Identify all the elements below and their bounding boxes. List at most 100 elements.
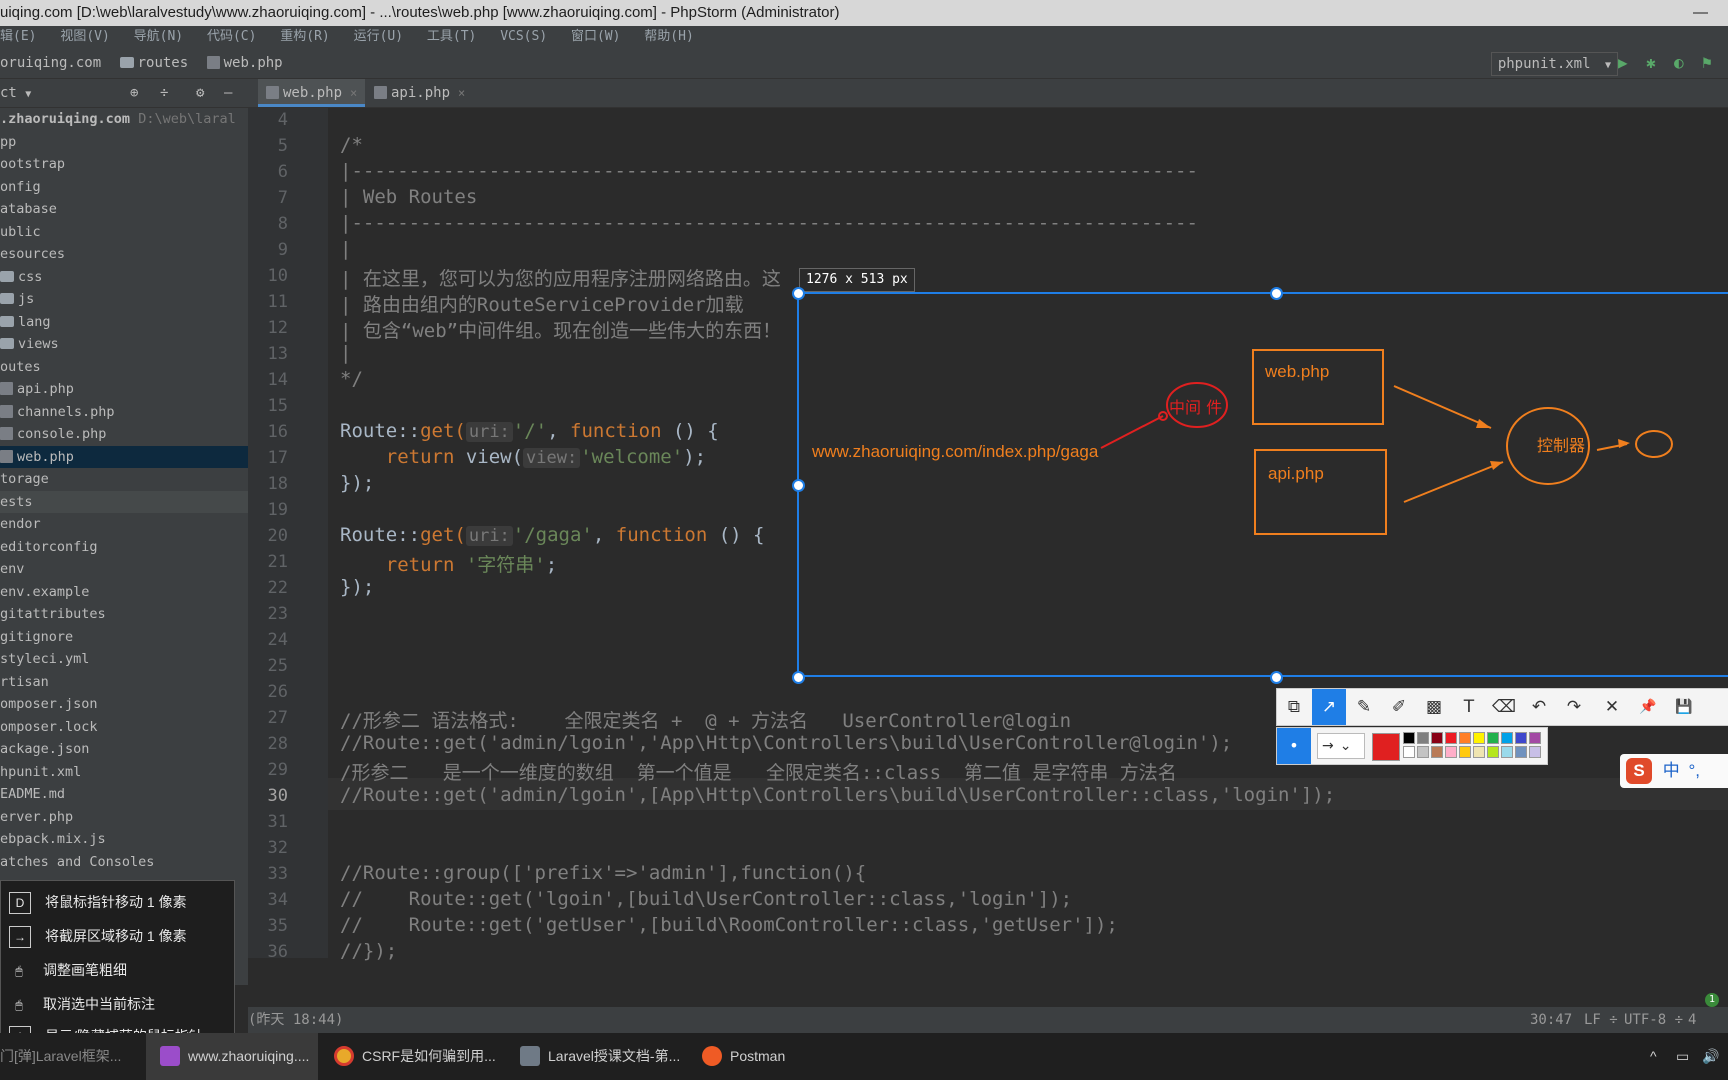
tree-item[interactable]: gitignore <box>0 626 248 649</box>
tree-item[interactable]: endor <box>0 513 248 536</box>
color-swatch[interactable] <box>1487 746 1499 758</box>
tree-item[interactable]: outes <box>0 356 248 379</box>
breadcrumb-folder[interactable]: routes <box>138 55 189 71</box>
tree-item[interactable]: omposer.lock <box>0 716 248 739</box>
battery-icon[interactable]: ▭ <box>1676 1033 1689 1080</box>
code-line[interactable]: | <box>340 238 351 260</box>
code-line[interactable]: //Route::group(['prefix'=>'admin'],funct… <box>340 862 866 884</box>
color-swatch[interactable] <box>1529 732 1541 744</box>
breadcrumb-project[interactable]: oruiqing.com <box>0 55 101 71</box>
color-swatch[interactable] <box>1417 732 1429 744</box>
tree-item[interactable]: gitattributes <box>0 603 248 626</box>
code-line[interactable]: */ <box>340 368 363 390</box>
pencil-icon[interactable]: ✎ <box>1347 689 1381 725</box>
breadcrumb-file[interactable]: web.php <box>224 55 283 71</box>
cursor-position[interactable]: 30:47 <box>1530 1007 1572 1033</box>
redo-icon[interactable]: ↷ <box>1557 689 1591 725</box>
tree-item[interactable]: ackage.json <box>0 738 248 761</box>
tree-item[interactable]: env <box>0 558 248 581</box>
selected-color-swatch[interactable] <box>1372 733 1400 761</box>
menu-edit[interactable]: 辑(E) <box>0 29 36 44</box>
tree-item[interactable]: env.example <box>0 581 248 604</box>
marker-icon[interactable]: ✐ <box>1382 689 1416 725</box>
color-swatch[interactable] <box>1487 732 1499 744</box>
capture-selection[interactable]: www.zhaoruiqing.com/index.php/gaga 中间 件 … <box>797 292 1728 677</box>
save-icon[interactable]: 💾 <box>1667 689 1701 725</box>
run-icon[interactable]: ▶ <box>1618 52 1628 74</box>
minimize-button[interactable]: — <box>1693 0 1708 26</box>
mosaic-icon[interactable]: ▩ <box>1417 689 1451 725</box>
color-swatch[interactable] <box>1501 732 1513 744</box>
tree-item[interactable]: styleci.yml <box>0 648 248 671</box>
color-swatch[interactable] <box>1473 746 1485 758</box>
pin-icon[interactable]: 📌 <box>1631 689 1665 725</box>
color-swatch[interactable] <box>1459 746 1471 758</box>
event-log-badge[interactable]: 1 <box>1705 993 1719 1007</box>
close-icon[interactable]: × <box>458 86 465 100</box>
code-line[interactable]: Route::get(uri: '/gaga', function () { <box>340 524 764 546</box>
tree-item[interactable]: ests <box>0 490 248 513</box>
tree-item[interactable]: omposer.json <box>0 693 248 716</box>
code-line[interactable]: Route::get(uri: '/', function () { <box>340 420 719 442</box>
resize-handle[interactable] <box>792 287 805 300</box>
line-icon[interactable]: ↗ <box>1312 689 1346 725</box>
tree-item[interactable]: rtisan <box>0 671 248 694</box>
tree-item-selected[interactable]: web.php <box>0 445 248 468</box>
tree-item[interactable]: hpunit.xml <box>0 761 248 784</box>
text-icon[interactable]: T <box>1452 689 1486 725</box>
tree-root[interactable]: .zhaoruiqing.com D:\web\laral <box>0 108 248 131</box>
code-line[interactable]: // Route::get('lgoin',[build\UserControl… <box>340 888 1072 910</box>
code-line[interactable]: /形参二 是一个一维度的数组 第一个值是 全限定类名::class 第二值 是字… <box>340 758 1177 785</box>
code-line[interactable]: // Route::get('getUser',[build\RoomContr… <box>340 914 1118 936</box>
taskbar-item-chrome[interactable]: CSRF是如何骗到用... <box>334 1033 496 1080</box>
menu-help[interactable]: 帮助(H) <box>644 29 693 44</box>
color-swatch[interactable] <box>1431 746 1443 758</box>
file-encoding[interactable]: UTF-8 ÷ <box>1624 1007 1683 1033</box>
tree-item[interactable]: ebpack.mix.js <box>0 828 248 851</box>
menu-run[interactable]: 运行(U) <box>354 29 403 44</box>
code-line[interactable]: //}); <box>340 940 397 962</box>
tree-item[interactable]: editorconfig <box>0 536 248 559</box>
tree-item[interactable]: views <box>0 333 248 356</box>
menu-refactor[interactable]: 重构(R) <box>280 29 329 44</box>
locate-icon[interactable]: ⊕ <box>130 79 138 107</box>
color-swatch[interactable] <box>1515 746 1527 758</box>
taskbar-item[interactable]: 门[弹]Laravel框架... <box>0 1033 138 1080</box>
tree-item[interactable]: ublic <box>0 221 248 244</box>
resize-handle[interactable] <box>1270 287 1283 300</box>
code-line[interactable]: |---------------------------------------… <box>340 212 1198 234</box>
resize-handle[interactable] <box>792 479 805 492</box>
code-line[interactable]: | 路由由组内的RouteServiceProvider加载 <box>340 290 744 317</box>
code-line[interactable]: | <box>340 342 351 364</box>
volume-icon[interactable]: 🔊 <box>1702 1033 1719 1080</box>
tree-item[interactable]: pp <box>0 131 248 154</box>
code-line[interactable]: }); <box>340 576 374 598</box>
code-line[interactable]: | 包含“web”中间件组。现在创造一些伟大的东西！ <box>340 316 781 343</box>
menu-navigate[interactable]: 导航(N) <box>134 29 183 44</box>
color-swatch[interactable] <box>1529 746 1541 758</box>
run-config-select[interactable]: phpunit.xml ▼ <box>1490 52 1618 76</box>
tree-item[interactable]: lang <box>0 311 248 334</box>
stroke-size-dot[interactable]: • <box>1277 728 1311 764</box>
color-swatch[interactable] <box>1417 746 1429 758</box>
code-line[interactable]: //形参二 语法格式: 全限定类名 + @ + 方法名 UserControll… <box>340 706 1071 733</box>
tree-item[interactable]: api.php <box>0 378 248 401</box>
eraser-icon[interactable]: ⌫ <box>1487 689 1521 725</box>
arrow-style-select[interactable]: → ⌄ <box>1317 733 1365 759</box>
tree-item[interactable]: css <box>0 266 248 289</box>
debug-icon[interactable]: ✱ <box>1646 52 1656 74</box>
tree-item[interactable]: atches and Consoles <box>0 851 248 874</box>
taskbar-item-phpstorm[interactable]: www.zhaoruiqing.... <box>146 1033 318 1080</box>
color-swatch[interactable] <box>1459 732 1471 744</box>
collapse-icon[interactable]: ÷ <box>160 79 168 107</box>
menu-vcs[interactable]: VCS(S) <box>500 29 547 44</box>
color-swatch[interactable] <box>1445 732 1457 744</box>
menu-code[interactable]: 代码(C) <box>207 29 256 44</box>
code-line[interactable]: //Route::get('admin/lgoin','App\Http\Con… <box>340 732 1232 754</box>
tab-api-php[interactable]: api.php × <box>366 79 473 107</box>
code-line[interactable]: //Route::get('admin/lgoin',[App\Http\Con… <box>340 784 1335 806</box>
undo-icon[interactable]: ↶ <box>1522 689 1556 725</box>
color-swatch[interactable] <box>1515 732 1527 744</box>
coverage-icon[interactable]: ◐ <box>1674 52 1684 74</box>
code-line[interactable]: | Web Routes <box>340 186 477 208</box>
